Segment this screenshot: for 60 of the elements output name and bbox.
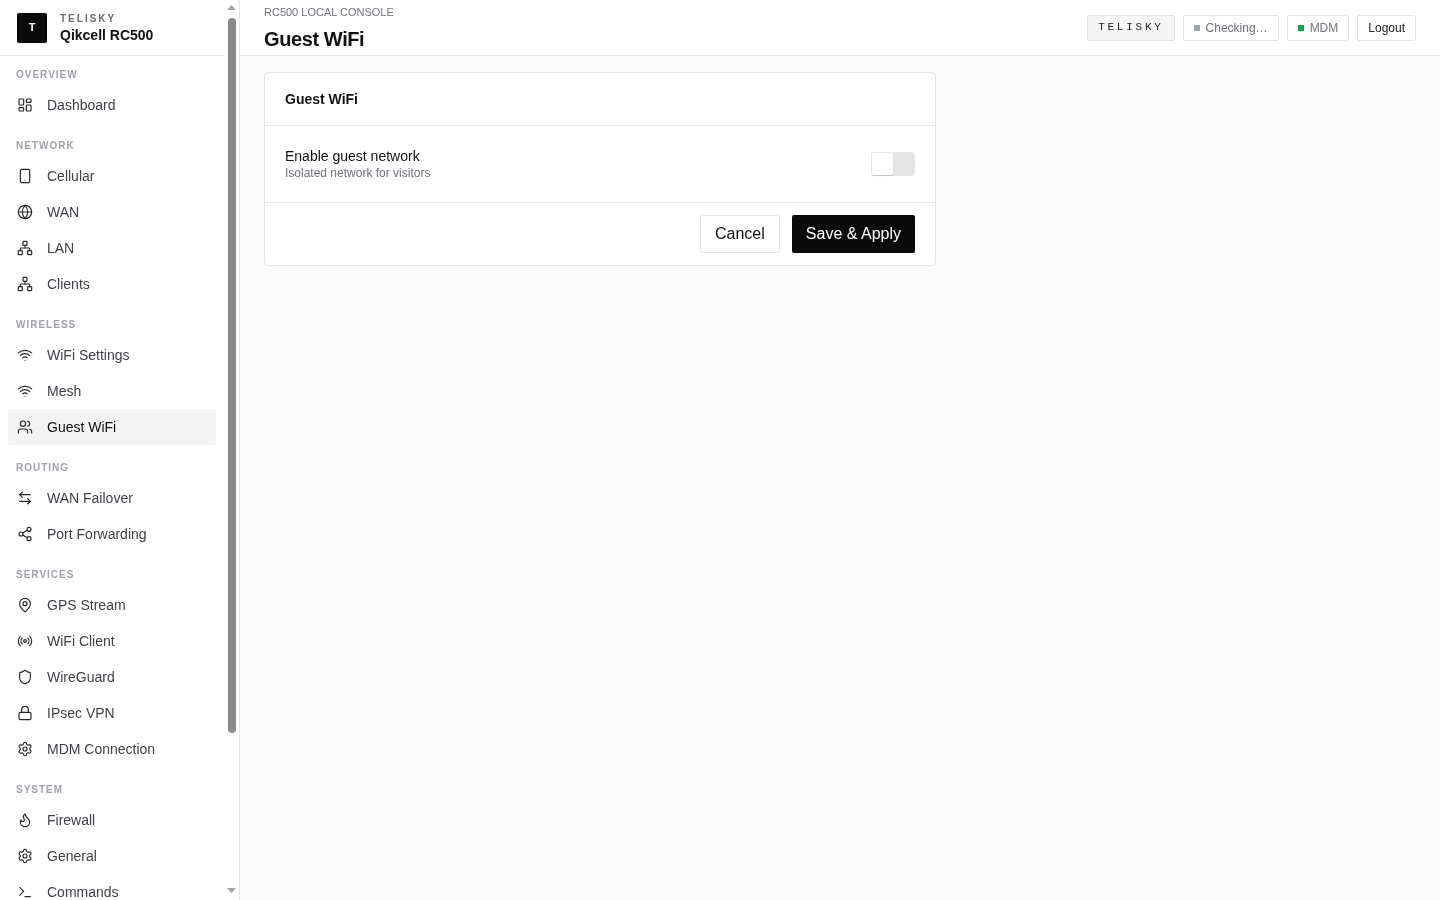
- section-heading: SERVICES: [15, 569, 76, 581]
- network-icon: [17, 240, 33, 256]
- globe-icon: [17, 204, 33, 220]
- card-title: Guest WiFi: [285, 89, 358, 109]
- cancel-button[interactable]: Cancel: [700, 215, 780, 253]
- section-heading: NETWORK: [15, 140, 76, 152]
- nav-item[interactable]: Clients: [8, 266, 216, 302]
- nav-item[interactable]: Mesh: [8, 373, 216, 409]
- smartphone-icon: [17, 168, 33, 184]
- nav-item[interactable]: MDM Connection: [8, 731, 216, 767]
- toggle-switch[interactable]: [871, 152, 915, 176]
- status-pill: Checking…: [1182, 14, 1279, 41]
- nav-item[interactable]: Commands: [8, 874, 216, 900]
- product-name: Qikcell RC500: [60, 25, 154, 44]
- section-heading: ROUTING: [15, 462, 71, 474]
- nav-item[interactable]: WAN Failover: [8, 480, 216, 516]
- scrollbar-thumb[interactable]: [227, 18, 236, 733]
- network-icon: [17, 276, 33, 292]
- nav-item[interactable]: WiFi Settings: [8, 337, 216, 373]
- logout-button[interactable]: Logout: [1357, 14, 1416, 41]
- nav-item[interactable]: Dashboard: [8, 87, 216, 123]
- nav-item[interactable]: GPS Stream: [8, 587, 216, 623]
- wifi-icon: [17, 383, 33, 399]
- status-pill: MDM: [1286, 14, 1350, 41]
- console-label: RC500 LOCAL CONSOLE: [264, 4, 394, 19]
- section-heading: SYSTEM: [15, 784, 65, 796]
- arrows-icon: [17, 490, 33, 506]
- broadcast-icon: [17, 633, 33, 649]
- nav-item[interactable]: Firewall: [8, 802, 216, 838]
- section-heading: OVERVIEW: [15, 69, 79, 81]
- gear-icon: [17, 848, 33, 864]
- map-pin-icon: [17, 597, 33, 613]
- page-title: Guest WiFi: [264, 26, 366, 51]
- nav-item[interactable]: WireGuard: [8, 659, 216, 695]
- scroll-up-arrow-icon[interactable]: [227, 5, 236, 10]
- nav-item[interactable]: Port Forwarding: [8, 516, 216, 552]
- nav-item[interactable]: Guest WiFi: [8, 409, 216, 445]
- nav-item[interactable]: LAN: [8, 230, 216, 266]
- nav-item[interactable]: General: [8, 838, 216, 874]
- share-icon: [17, 526, 33, 542]
- scroll-down-arrow-icon[interactable]: [227, 888, 236, 893]
- nav-item[interactable]: WiFi Client: [8, 623, 216, 659]
- dashboard-grid-icon: [17, 97, 33, 113]
- nav-item[interactable]: WAN: [8, 194, 216, 230]
- nav-item[interactable]: Cellular: [8, 158, 216, 194]
- gear-icon: [17, 741, 33, 757]
- section-heading: WIRELESS: [15, 319, 78, 331]
- save-button[interactable]: Save & Apply: [791, 215, 915, 253]
- brand-tag: TELISKY: [1087, 14, 1175, 41]
- logo-tile: T: [17, 12, 47, 43]
- users-icon: [17, 419, 33, 435]
- shield-icon: [17, 669, 33, 685]
- terminal-icon: [17, 884, 33, 900]
- wifi-icon: [17, 347, 33, 363]
- flame-icon: [17, 812, 33, 828]
- setting-description: Isolated network for visitors: [285, 165, 431, 181]
- lock-icon: [17, 705, 33, 721]
- company-name: TELISKY: [60, 11, 118, 26]
- nav-item[interactable]: IPsec VPN: [8, 695, 216, 731]
- setting-label: Enable guest network: [285, 147, 421, 165]
